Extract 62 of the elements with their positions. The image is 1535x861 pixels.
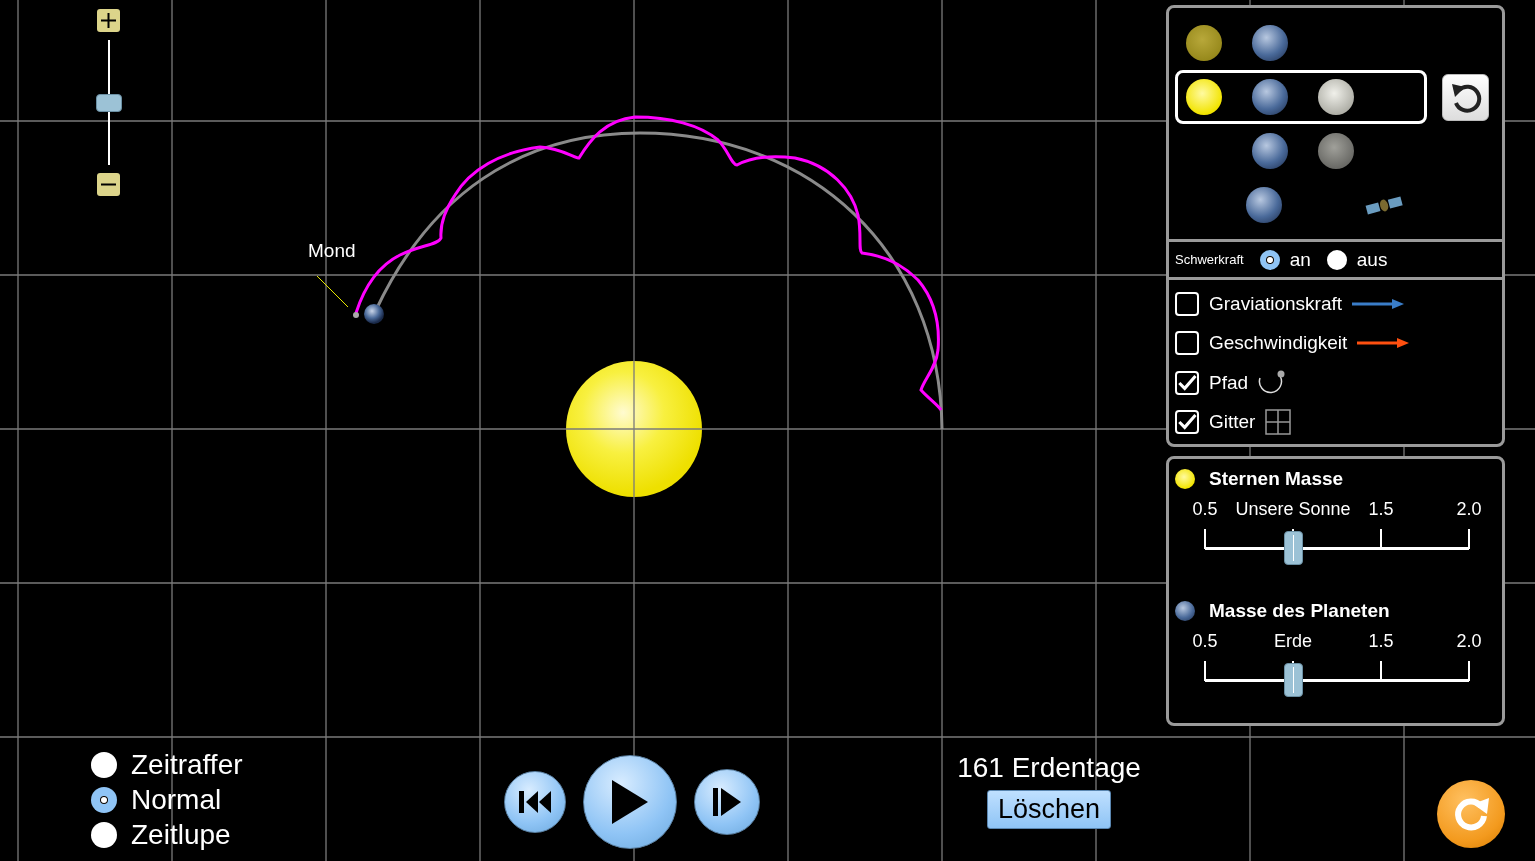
checkbox[interactable] (1175, 331, 1199, 356)
earth-icon (1252, 79, 1288, 115)
satellite-icon (1364, 194, 1403, 216)
slider-title: Sternen Masse (1209, 468, 1344, 490)
slider-thumb[interactable] (1283, 531, 1303, 565)
zoom-out-button[interactable] (97, 173, 120, 196)
tick-label: 0.5 (1192, 499, 1218, 520)
grid-icon (1265, 409, 1292, 436)
moon-label: Mond (308, 240, 356, 262)
elapsed-time: 161 Erdentage (957, 752, 1141, 784)
minus-icon (101, 183, 116, 186)
checkbox[interactable] (1175, 370, 1199, 395)
radio-button[interactable] (91, 822, 117, 848)
radio-label: an (1289, 248, 1311, 271)
slider-title: Masse des Planeten (1209, 600, 1390, 622)
clear-button[interactable]: Löschen (986, 790, 1112, 829)
tick-label: 2.0 (1456, 499, 1482, 520)
rewind-icon (517, 790, 553, 814)
body-system-option[interactable] (1175, 70, 1427, 124)
checkbox-label: Graviationskraft (1209, 292, 1343, 315)
radio-label: Zeitraffer (131, 749, 243, 781)
radio-button[interactable] (91, 752, 117, 778)
radio-button[interactable] (91, 787, 117, 813)
moon-icon (1318, 79, 1354, 115)
checkbox[interactable] (1175, 291, 1199, 316)
radio-button[interactable] (1259, 249, 1280, 270)
path-icon (1258, 369, 1287, 396)
tick-label: 0.5 (1192, 631, 1218, 652)
earth-icon (1175, 601, 1195, 621)
earth-icon (1245, 187, 1282, 223)
sun-icon (1175, 469, 1195, 489)
earth-drawing (364, 304, 384, 324)
moon-icon (1318, 133, 1354, 169)
earth-icon (1252, 133, 1288, 169)
step-icon (712, 787, 742, 817)
undo-button[interactable] (1442, 74, 1489, 121)
plus-icon (101, 13, 116, 28)
play-icon (612, 780, 648, 824)
tick-label: Erde (1274, 631, 1312, 652)
gravity-label: Schwerkraft (1175, 252, 1244, 267)
radio-button[interactable] (1326, 249, 1347, 270)
tick-label: 2.0 (1456, 631, 1482, 652)
radio-label: aus (1356, 248, 1388, 271)
tick-label: Unsere Sonne (1235, 499, 1351, 520)
checkbox-label: Pfad (1209, 371, 1249, 394)
leader-line (316, 275, 349, 308)
checkbox[interactable] (1175, 410, 1199, 435)
arrow-icon (1357, 338, 1410, 349)
checkbox-label: Gitter (1209, 411, 1256, 434)
zoom-slider-thumb[interactable] (95, 93, 122, 112)
star-dim-icon (1186, 25, 1222, 61)
radio-label: Zeitlupe (131, 819, 231, 851)
slider-thumb[interactable] (1283, 663, 1303, 697)
tick-label: 1.5 (1368, 631, 1394, 652)
arrow-icon (1352, 298, 1405, 309)
checkbox-label: Geschwindigkeit (1209, 332, 1348, 355)
earth-icon (1252, 25, 1288, 61)
zoom-in-button[interactable] (97, 9, 120, 32)
moon-drawing (353, 312, 359, 318)
sun-icon (1186, 79, 1222, 115)
tick-label: 1.5 (1368, 499, 1394, 520)
radio-label: Normal (131, 784, 222, 816)
